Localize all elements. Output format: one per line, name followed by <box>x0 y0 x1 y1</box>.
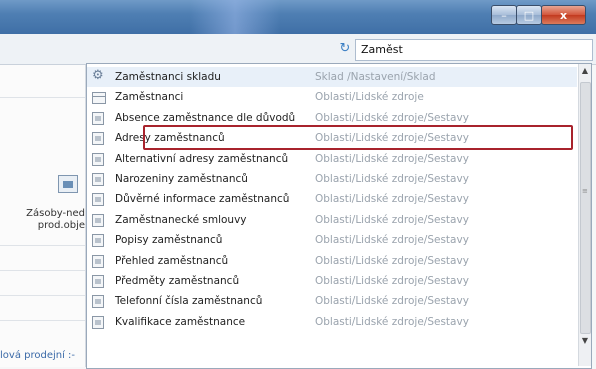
report-icon <box>92 295 104 309</box>
divider <box>0 97 85 98</box>
result-name: Telefonní čísla zaměstnanců <box>115 295 263 308</box>
result-row[interactable]: Telefonní čísla zaměstnanců Oblasti/Lidsk… <box>87 291 577 311</box>
report-icon <box>92 132 104 146</box>
left-pane-label: prod.obje <box>37 220 85 231</box>
report-icon <box>92 315 104 329</box>
maximize-icon: □ <box>523 8 535 22</box>
report-icon <box>92 193 104 207</box>
result-name: Důvěrné informace zaměstnanců <box>115 193 290 206</box>
result-row[interactable]: Důvěrné informace zaměstnanců Oblasti/Lid… <box>87 189 577 209</box>
result-name: Popisy zaměstnanců <box>115 234 223 247</box>
scroll-up-icon[interactable]: ▲ <box>579 66 591 78</box>
result-name: Zaměstnanecké smlouvy <box>115 213 247 226</box>
result-path: Oblasti/Lidské zdroje/Sestavy <box>315 315 469 328</box>
result-path: Oblasti/Lidské zdroje/Sestavy <box>315 152 469 165</box>
divider <box>0 295 85 296</box>
result-path: Oblasti/Lidské zdroje/Sestavy <box>315 111 469 124</box>
report-icon <box>92 111 104 125</box>
search-input[interactable] <box>361 42 587 57</box>
result-row[interactable]: Zaměstnanci Oblasti/Lidské zdroje <box>87 87 577 107</box>
scroll-down-icon[interactable]: ▼ <box>579 336 591 348</box>
result-path: Oblasti/Lidské zdroje/Sestavy <box>315 275 469 287</box>
report-icon <box>92 234 104 248</box>
report-icon <box>92 152 104 166</box>
result-path: Oblasti/Lidské zdroje/Sestavy <box>315 254 469 267</box>
close-icon: x <box>559 8 568 22</box>
report-icon <box>92 173 104 186</box>
result-row[interactable]: Zaměstnanecké smlouvy Oblasti/Lidské zdro… <box>87 210 577 230</box>
result-name: Přehled zaměstnanců <box>115 254 229 267</box>
bottom-link[interactable]: lová prodejní :- <box>0 350 75 361</box>
result-row[interactable]: Narozeniny zaměstnanců Oblasti/Lidské zdr… <box>87 169 577 189</box>
result-path: Oblasti/Lidské zdroje <box>315 91 424 104</box>
minimize-button[interactable]: – <box>491 5 517 25</box>
search-results-dropdown[interactable]: ⚙ Zaměstnanci skladu Sklad /Nastavení/Skla… <box>86 63 592 369</box>
report-icon <box>92 213 104 227</box>
result-name: Zaměstnanci skladu <box>115 71 221 83</box>
table-icon <box>92 92 106 105</box>
result-name: Alternativní adresy zaměstnanců <box>115 152 289 165</box>
result-row[interactable]: Kvalifikace zaměstnance Oblasti/Lidské zd… <box>87 312 577 332</box>
result-row[interactable]: Přehled zaměstnanců Oblasti/Lidské zdroje… <box>87 251 577 271</box>
scroll-thumb[interactable] <box>580 82 591 334</box>
divider <box>0 320 85 321</box>
result-row[interactable]: Alternativní adresy zaměstnanců Oblasti/L… <box>87 149 577 169</box>
result-name: Absence zaměstnance dle důvodů <box>115 111 296 124</box>
result-path: Oblasti/Lidské zdroje/Sestavy <box>315 193 469 206</box>
result-name: Předměty zaměstnanců <box>115 275 240 287</box>
minimize-icon: – <box>501 8 507 22</box>
close-button[interactable]: x <box>541 5 586 25</box>
window-title-bar[interactable]: – □ x <box>0 0 596 34</box>
result-row[interactable]: Popisy zaměstnanců Oblasti/Lidské zdroje/… <box>87 230 577 250</box>
settings-icon: ⚙ <box>92 68 104 83</box>
result-path: Oblasti/Lidské zdroje/Sestavy <box>315 213 469 226</box>
title-blur <box>190 0 280 34</box>
result-path: Oblasti/Lidské zdroje/Sestavy <box>315 295 469 308</box>
maximize-button[interactable]: □ <box>516 5 542 25</box>
result-name: Kvalifikace zaměstnance <box>115 315 246 328</box>
report-icon <box>92 254 104 268</box>
selection-highlight <box>143 125 573 150</box>
inventory-icon[interactable] <box>58 175 78 193</box>
search-box[interactable] <box>355 39 593 61</box>
result-name: Narozeniny zaměstnanců <box>115 173 248 185</box>
scrollbar[interactable]: ▲ ≡ ▼ <box>578 64 591 366</box>
result-path: Oblasti/Lidské zdroje/Sestavy <box>315 234 469 247</box>
result-path: Oblasti/Lidské zdroje/Sestavy <box>315 173 469 185</box>
result-path: Sklad /Nastavení/Sklad <box>315 71 436 83</box>
result-name: Zaměstnanci <box>115 91 184 104</box>
left-pane-label: Zásoby-ned <box>26 208 85 219</box>
divider <box>0 245 85 246</box>
scroll-grip-icon: ≡ <box>582 187 588 195</box>
result-row[interactable]: ⚙ Zaměstnanci skladu Sklad /Nastavení/Skla… <box>87 67 577 87</box>
report-icon <box>92 275 104 288</box>
refresh-icon[interactable]: ↻ <box>338 42 352 56</box>
divider <box>0 270 85 271</box>
result-row[interactable]: Předměty zaměstnanců Oblasti/Lidské zdroj… <box>87 271 577 291</box>
left-pane: Zásoby-ned prod.obje <box>0 65 86 367</box>
